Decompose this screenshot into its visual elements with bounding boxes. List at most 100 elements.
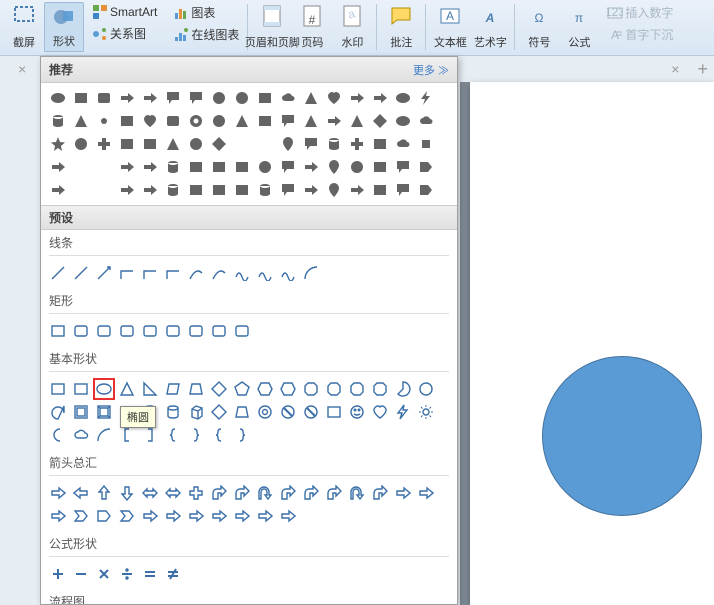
more-link[interactable]: 更多 ≫ — [413, 62, 449, 78]
shape-sun[interactable] — [415, 401, 437, 423]
shape-arc[interactable] — [300, 262, 322, 284]
shape-curve[interactable] — [185, 262, 207, 284]
shape-elbow[interactable] — [139, 262, 161, 284]
shape-tri[interactable] — [300, 110, 322, 132]
shape-curve[interactable] — [93, 179, 115, 201]
drawn-ellipse-shape[interactable] — [542, 356, 702, 516]
shape-arrow_l[interactable] — [70, 482, 92, 504]
shape-rect[interactable] — [208, 179, 230, 201]
shape-plus[interactable] — [93, 133, 115, 155]
screenshot-button[interactable]: 截屏 — [4, 2, 44, 52]
shape-arrow_r[interactable] — [47, 156, 69, 178]
shape-arrow_u[interactable] — [93, 482, 115, 504]
shape-rrect[interactable] — [139, 320, 161, 342]
shape-arrow_r[interactable] — [47, 482, 69, 504]
shape-cloud[interactable] — [415, 110, 437, 132]
shape-speech[interactable] — [392, 179, 414, 201]
shape-ellipse[interactable] — [93, 378, 115, 400]
shape-chevron[interactable] — [116, 505, 138, 527]
shape-tri[interactable] — [162, 133, 184, 155]
shape-teardrop[interactable] — [47, 401, 69, 423]
shape-rtri[interactable] — [139, 378, 161, 400]
shape-cloud[interactable] — [277, 87, 299, 109]
shape-cyl[interactable] — [47, 110, 69, 132]
shape-arrow_r[interactable] — [369, 87, 391, 109]
symbol-button[interactable]: Ω 符号 — [519, 2, 559, 52]
shape-freeform[interactable] — [277, 262, 299, 284]
shape-uturn[interactable] — [346, 482, 368, 504]
shape-arrow_r[interactable] — [346, 87, 368, 109]
relgraph-button[interactable]: 关系图 — [88, 23, 161, 44]
shape-sun[interactable] — [93, 110, 115, 132]
shape-para[interactable] — [162, 378, 184, 400]
shape-eq_div[interactable] — [116, 563, 138, 585]
shape-rrect[interactable] — [93, 320, 115, 342]
shape-donut[interactable] — [254, 401, 276, 423]
shape-rect[interactable] — [116, 110, 138, 132]
tab-add[interactable]: + — [691, 59, 714, 80]
shape-elbow[interactable] — [162, 262, 184, 284]
shape-line[interactable] — [70, 262, 92, 284]
shape-arrow_lr[interactable] — [139, 482, 161, 504]
shape-moon[interactable] — [47, 424, 69, 446]
shape-eq_eq[interactable] — [139, 563, 161, 585]
shape-trap[interactable] — [185, 378, 207, 400]
shape-oct[interactable] — [300, 378, 322, 400]
shape-marker[interactable] — [323, 156, 345, 178]
shape-eq_minus[interactable] — [70, 563, 92, 585]
shape-rbrace[interactable] — [254, 133, 276, 155]
shape-elbow[interactable] — [70, 156, 92, 178]
shape-bolt[interactable] — [415, 87, 437, 109]
shape-trap[interactable] — [231, 401, 253, 423]
wordart-button[interactable]: A 艺术字 — [470, 2, 510, 52]
document-page[interactable] — [470, 82, 714, 605]
shape-rrect[interactable] — [231, 320, 253, 342]
shape-tri[interactable] — [116, 378, 138, 400]
shape-oct[interactable] — [369, 378, 391, 400]
shape-eq_mult[interactable] — [93, 563, 115, 585]
comment-button[interactable]: 批注 — [381, 2, 421, 52]
shape-speech[interactable] — [185, 87, 207, 109]
shape-circle[interactable] — [208, 110, 230, 132]
shape-cross[interactable] — [185, 482, 207, 504]
shape-rrect[interactable] — [93, 87, 115, 109]
shape-uturn[interactable] — [254, 482, 276, 504]
shape-noentry[interactable] — [300, 401, 322, 423]
shape-hex[interactable] — [254, 378, 276, 400]
shape-freeform[interactable] — [254, 262, 276, 284]
shape-arrow_r[interactable] — [116, 87, 138, 109]
shape-heart[interactable] — [323, 87, 345, 109]
shape-diamond[interactable] — [208, 401, 230, 423]
insertnumber-button[interactable]: 123插入数字 — [603, 2, 677, 23]
shape-lbrace[interactable] — [162, 424, 184, 446]
shape-cloud[interactable] — [392, 133, 414, 155]
shape-cube[interactable] — [185, 401, 207, 423]
shape-arrow_r[interactable] — [116, 179, 138, 201]
shape-rect[interactable] — [47, 320, 69, 342]
shape-arrow_r[interactable] — [208, 505, 230, 527]
shape-rrect[interactable] — [70, 320, 92, 342]
shape-arrow_lr[interactable] — [162, 482, 184, 504]
shape-rect[interactable] — [47, 378, 69, 400]
shape-circle[interactable] — [254, 156, 276, 178]
shape-bent_arr[interactable] — [208, 482, 230, 504]
shape-arrow_r[interactable] — [139, 505, 161, 527]
shape-pentagon_r[interactable] — [415, 156, 437, 178]
shape-arrow_r[interactable] — [231, 505, 253, 527]
shape-heart[interactable] — [369, 401, 391, 423]
shape-pie[interactable] — [392, 378, 414, 400]
shape-arrow_r[interactable] — [47, 179, 69, 201]
watermark-button[interactable]: a 水印 — [332, 2, 372, 52]
shape-pent[interactable] — [231, 378, 253, 400]
shape-rrect[interactable] — [185, 320, 207, 342]
shape-lbrace[interactable] — [231, 133, 253, 155]
chart-button[interactable]: 图表 — [169, 2, 243, 23]
shape-arrow_r[interactable] — [277, 505, 299, 527]
shape-smiley[interactable] — [346, 401, 368, 423]
shape-circle[interactable] — [70, 133, 92, 155]
shape-cyl[interactable] — [162, 156, 184, 178]
shape-line_arr[interactable] — [93, 262, 115, 284]
shape-rbrace[interactable] — [185, 424, 207, 446]
shape-arrow_r[interactable] — [139, 156, 161, 178]
shape-marker[interactable] — [323, 179, 345, 201]
